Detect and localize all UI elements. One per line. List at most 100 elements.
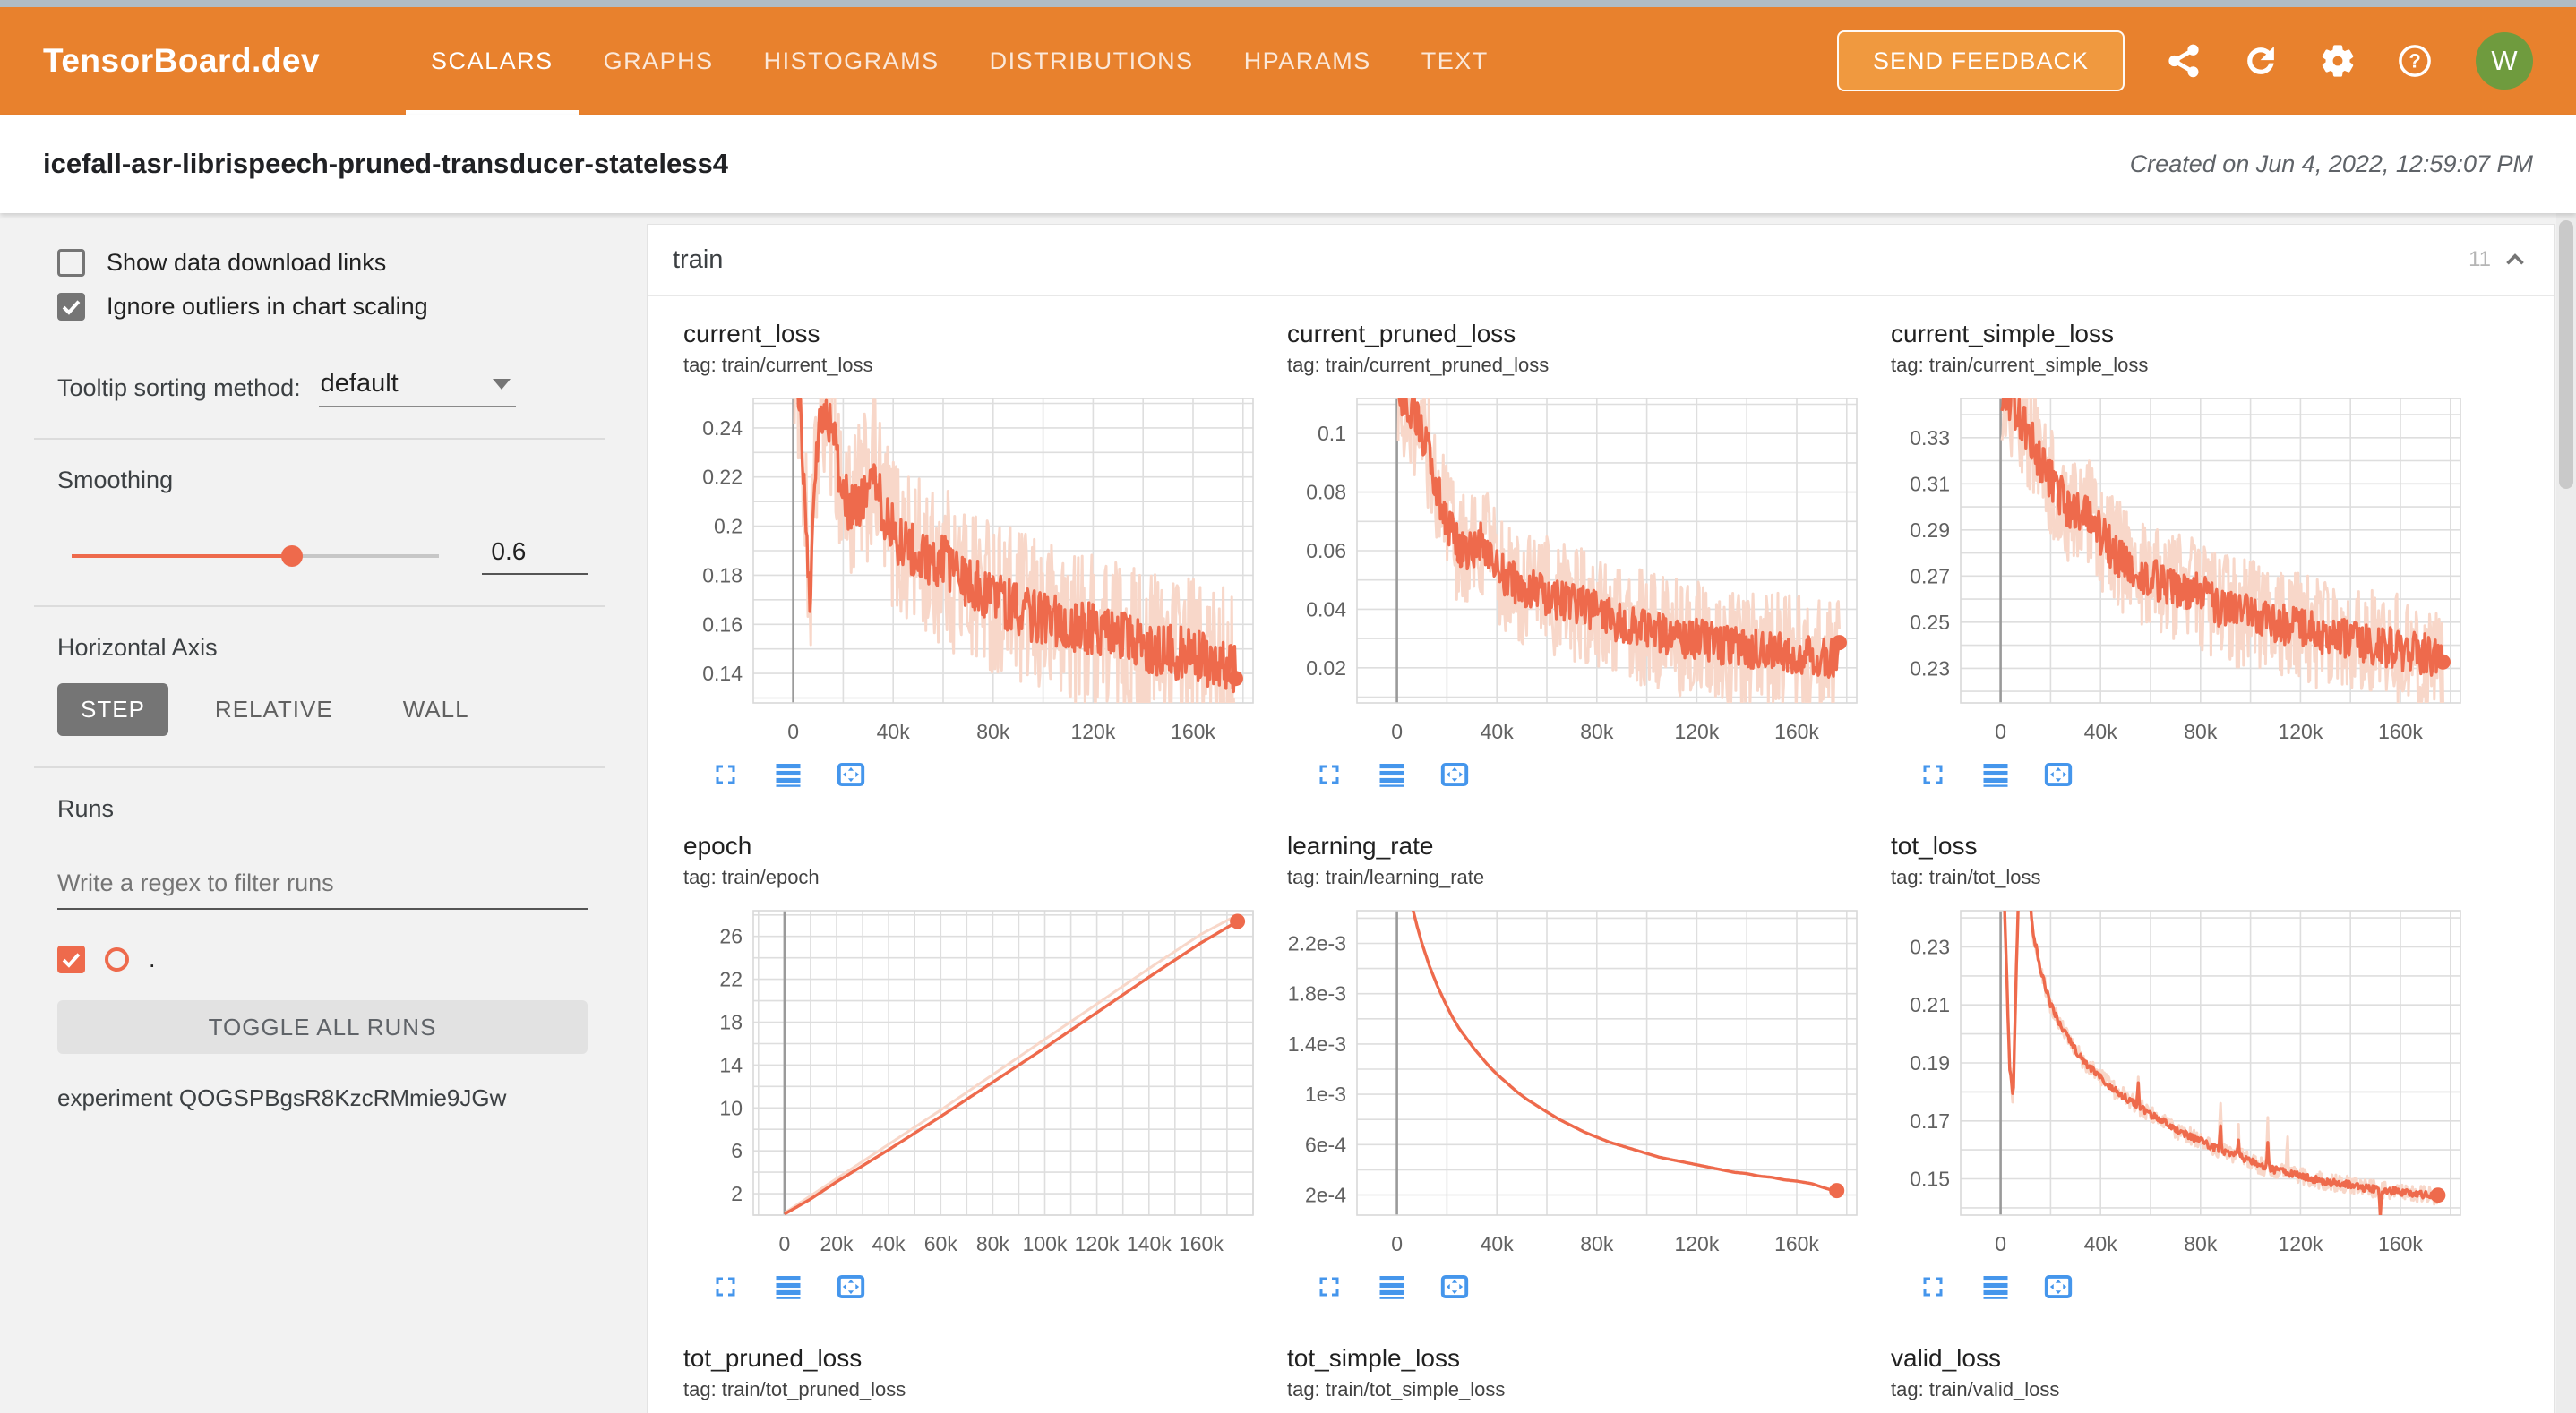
fullscreen-icon[interactable] (1916, 758, 1950, 792)
ignore-outliers-row[interactable]: Ignore outliers in chart scaling (57, 293, 588, 321)
chevron-down-icon (493, 379, 511, 390)
chart-tag: tag: train/valid_loss (1891, 1378, 2473, 1401)
smoothing-slider[interactable] (72, 554, 439, 558)
svg-text:0.33: 0.33 (1910, 426, 1950, 450)
chart-card-current_simple_loss: current_simple_loss tag: train/current_s… (1891, 320, 2473, 792)
svg-text:0: 0 (779, 1232, 791, 1255)
svg-text:0.08: 0.08 (1306, 481, 1346, 504)
data-table-icon[interactable] (1375, 758, 1409, 792)
ignore-outliers-checkbox[interactable] (57, 293, 85, 321)
runs-filter-placeholder: Write a regex to filter runs (57, 869, 334, 896)
scalar-line-chart[interactable]: 261014182226020k40k60k80k100k120k140k160… (683, 902, 1266, 1263)
svg-text:40k: 40k (877, 720, 911, 743)
svg-text:0.24: 0.24 (702, 416, 743, 440)
show-download-links-label: Show data download links (107, 249, 386, 277)
axis-step-button[interactable]: STEP (57, 683, 168, 736)
toggle-all-runs-button[interactable]: TOGGLE ALL RUNS (57, 1000, 588, 1054)
header-icons: ? (2164, 41, 2434, 81)
svg-text:0: 0 (1391, 720, 1403, 743)
tab-hparams[interactable]: HPARAMS (1219, 7, 1396, 115)
svg-text:6e-4: 6e-4 (1305, 1133, 1346, 1156)
scalar-line-chart[interactable]: 2e-46e-41e-31.4e-31.8e-32.2e-3040k80k120… (1287, 902, 1869, 1263)
tab-scalars[interactable]: SCALARS (406, 7, 579, 115)
svg-text:0.14: 0.14 (702, 662, 743, 685)
chart-title: current_loss (683, 320, 1266, 348)
chart-toolbar (1312, 1271, 1869, 1305)
data-table-icon[interactable] (1375, 1271, 1409, 1305)
chart-tag: tag: train/current_pruned_loss (1287, 354, 1869, 377)
fit-domain-icon[interactable] (2041, 758, 2075, 792)
fullscreen-icon[interactable] (708, 1271, 743, 1305)
svg-text:80k: 80k (2184, 1232, 2218, 1255)
data-table-icon[interactable] (771, 758, 805, 792)
run-checkbox[interactable] (57, 946, 85, 973)
send-feedback-button[interactable]: SEND FEEDBACK (1837, 30, 2125, 91)
scrollbar-thumb[interactable] (2559, 220, 2573, 489)
smoothing-slider-thumb[interactable] (281, 545, 303, 567)
fullscreen-icon[interactable] (1916, 1271, 1950, 1305)
svg-text:0.19: 0.19 (1910, 1051, 1950, 1075)
app-logo: TensorBoard.dev (43, 42, 320, 80)
dashboard-main: train 11 current_loss tag: train/current… (643, 213, 2576, 1413)
chart-toolbar (1916, 1271, 2473, 1305)
fit-domain-icon[interactable] (834, 1271, 868, 1305)
tooltip-sorting-select[interactable]: default (319, 369, 516, 407)
scalar-line-chart[interactable]: 0.140.160.180.20.220.24040k80k120k160k (683, 390, 1266, 751)
svg-text:18: 18 (719, 1011, 743, 1034)
share-icon[interactable] (2164, 41, 2203, 81)
run-row[interactable]: . (57, 946, 588, 973)
scalar-line-chart[interactable]: 0.230.250.270.290.310.33040k80k120k160k (1891, 390, 2473, 751)
runs-label: Runs (57, 795, 588, 823)
nav-tab-label: TEXT (1421, 47, 1489, 75)
collapse-section-icon[interactable] (2500, 244, 2530, 275)
scalar-line-chart[interactable]: 0.020.040.060.080.1040k80k120k160k (1287, 390, 1869, 751)
svg-text:0: 0 (787, 720, 799, 743)
tab-histograms[interactable]: HISTOGRAMS (739, 7, 965, 115)
scalar-line-chart[interactable]: 0.150.170.190.210.23040k80k120k160k (1891, 902, 2473, 1263)
sidebar-divider (34, 438, 605, 440)
tab-graphs[interactable]: GRAPHS (579, 7, 739, 115)
tab-distributions[interactable]: DISTRIBUTIONS (965, 7, 1219, 115)
data-table-icon[interactable] (1979, 758, 2013, 792)
runs-filter-input[interactable]: Write a regex to filter runs (57, 869, 588, 910)
avatar[interactable]: W (2476, 32, 2533, 90)
svg-text:160k: 160k (1774, 720, 1819, 743)
chart-card-epoch: epoch tag: train/epoch 261014182226020k4… (683, 832, 1266, 1305)
settings-icon[interactable] (2318, 41, 2357, 81)
svg-text:1.4e-3: 1.4e-3 (1288, 1032, 1346, 1056)
chart-title: learning_rate (1287, 832, 1869, 861)
chart-tag: tag: train/learning_rate (1287, 866, 1869, 889)
fullscreen-icon[interactable] (708, 758, 743, 792)
settings-sidebar: Show data download links Ignore outliers… (0, 213, 643, 1413)
smoothing-value-input[interactable]: 0.6 (482, 537, 588, 575)
svg-text:0.1: 0.1 (1318, 422, 1346, 445)
svg-text:0.22: 0.22 (702, 466, 743, 489)
fit-domain-icon[interactable] (1438, 758, 1472, 792)
nav-tab-label: SCALARS (431, 47, 554, 75)
svg-text:0.27: 0.27 (1910, 564, 1950, 587)
axis-relative-button[interactable]: RELATIVE (192, 683, 356, 736)
chart-card-tot_pruned_loss: tot_pruned_loss tag: train/tot_pruned_lo… (683, 1344, 1266, 1401)
fit-domain-icon[interactable] (2041, 1271, 2075, 1305)
svg-text:160k: 160k (2378, 1232, 2423, 1255)
refresh-icon[interactable] (2241, 41, 2280, 81)
nav-tab-label: GRAPHS (604, 47, 714, 75)
svg-text:20k: 20k (820, 1232, 854, 1255)
data-table-icon[interactable] (771, 1271, 805, 1305)
vertical-scrollbar[interactable] (2556, 213, 2576, 1413)
fit-domain-icon[interactable] (1438, 1271, 1472, 1305)
train-section-header[interactable]: train 11 (648, 225, 2554, 296)
show-download-links-checkbox[interactable] (57, 249, 85, 277)
axis-wall-button[interactable]: WALL (380, 683, 493, 736)
fullscreen-icon[interactable] (1312, 1271, 1346, 1305)
data-table-icon[interactable] (1979, 1271, 2013, 1305)
help-icon[interactable]: ? (2395, 41, 2434, 81)
sidebar-divider (34, 605, 605, 607)
fullscreen-icon[interactable] (1312, 758, 1346, 792)
chart-title: current_simple_loss (1891, 320, 2473, 348)
sidebar-divider (34, 766, 605, 768)
svg-text:60k: 60k (924, 1232, 958, 1255)
fit-domain-icon[interactable] (834, 758, 868, 792)
show-download-links-row[interactable]: Show data download links (57, 249, 588, 277)
tab-text[interactable]: TEXT (1396, 7, 1514, 115)
